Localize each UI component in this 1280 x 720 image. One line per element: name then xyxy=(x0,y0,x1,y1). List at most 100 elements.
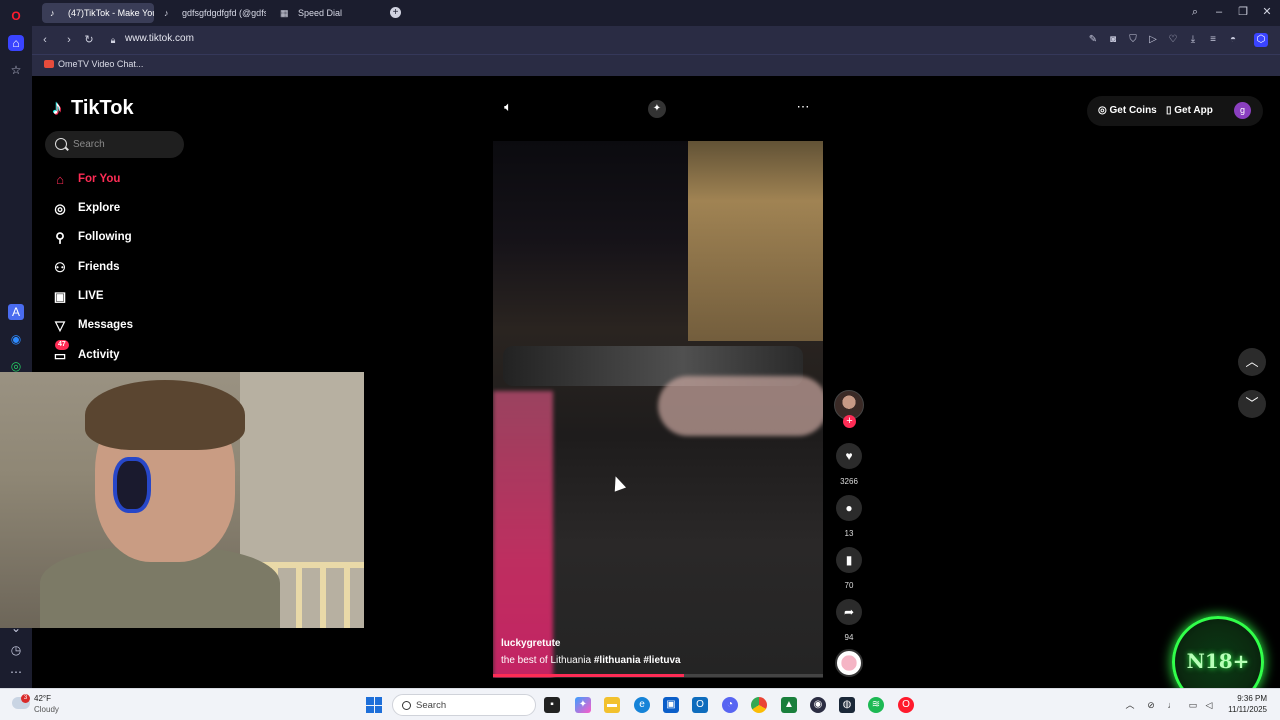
like-button[interactable]: ♥ xyxy=(836,443,862,469)
tab-label: Speed Dial xyxy=(298,8,343,18)
tiktok-note-icon: ♪ xyxy=(52,97,62,119)
opera-icon[interactable]: O xyxy=(898,697,914,713)
more-icon[interactable]: ⋯ xyxy=(8,664,24,680)
profile-avatar[interactable]: g xyxy=(1234,102,1251,119)
new-tab-button[interactable]: + xyxy=(390,7,401,18)
copilot-icon[interactable]: ✦ xyxy=(575,697,591,713)
webcam-overlay xyxy=(0,372,364,628)
hashtag[interactable]: #lietuva xyxy=(643,655,680,666)
headset-icon xyxy=(113,457,151,513)
camera-icon[interactable]: ◙ xyxy=(1106,33,1120,47)
app-green-icon[interactable]: ▲ xyxy=(781,697,797,713)
start-button[interactable] xyxy=(366,697,382,713)
nav-label: Explore xyxy=(78,202,121,214)
taskbar-search[interactable]: Search xyxy=(392,694,536,716)
url-field[interactable]: www.tiktok.com xyxy=(125,33,194,44)
star-icon[interactable]: ☆ xyxy=(8,62,24,78)
tray-chevron-icon[interactable]: ︿ xyxy=(1124,699,1136,711)
messages-icon: ▽ xyxy=(55,318,65,333)
video-building xyxy=(688,141,823,341)
download-icon[interactable]: ⤓ xyxy=(1186,33,1200,47)
video-player[interactable]: luckygretute the best of Lithuania #lith… xyxy=(493,141,823,678)
chrome-icon[interactable] xyxy=(751,697,767,713)
search-icon xyxy=(402,701,411,710)
menu-icon[interactable]: ≡ xyxy=(1206,33,1220,47)
play-icon[interactable]: ▷ xyxy=(1146,33,1160,47)
tiktok-icon: ♪ xyxy=(50,8,55,18)
save-count: 70 xyxy=(844,581,854,590)
scroll-down-button[interactable]: ﹀ xyxy=(1238,390,1266,418)
search-input[interactable]: Search xyxy=(45,131,184,158)
clock-time[interactable]: 9:36 PM xyxy=(1219,694,1267,703)
heart-icon[interactable]: ♡ xyxy=(1166,33,1180,47)
webcam-hair xyxy=(85,380,245,450)
grid-icon: ▦ xyxy=(280,8,289,18)
activity-icon: ▭ xyxy=(53,348,67,363)
file-explorer-icon[interactable]: ▬ xyxy=(604,697,620,713)
profile-icon[interactable]: ◓ xyxy=(1226,33,1240,47)
volume-icon[interactable]: 🔈︎ xyxy=(500,99,516,115)
sparkle-icon[interactable]: ✦ xyxy=(648,100,666,118)
reload-button[interactable]: ↻ xyxy=(82,33,96,47)
save-button[interactable]: ▮ xyxy=(836,547,862,573)
lock-icon[interactable]: 🔒︎ xyxy=(106,33,120,47)
history-icon[interactable]: ◷ xyxy=(8,642,24,658)
tab-profile[interactable]: ♪ gdfsgfdgdfgfd (@gdfsgfdg xyxy=(156,3,266,23)
spotify-icon[interactable]: ≋ xyxy=(868,697,884,713)
tiktok-logo[interactable]: ♪ TikTok xyxy=(52,97,134,120)
store-icon[interactable]: ▣ xyxy=(663,697,679,713)
music-disc[interactable] xyxy=(835,649,863,677)
tab-label: (47)TikTok - Make Your Da xyxy=(68,8,154,18)
aria-icon[interactable]: A xyxy=(8,304,24,320)
task-view-icon[interactable]: ▪ xyxy=(544,697,560,713)
n18-text: N18+ xyxy=(1186,649,1250,673)
app-dark-icon[interactable]: ◉ xyxy=(810,697,826,713)
more-options-icon[interactable]: ⋯ xyxy=(795,99,811,115)
back-button[interactable]: ‹ xyxy=(38,33,52,47)
hashtag[interactable]: #lithuania xyxy=(594,655,641,666)
get-coins-label: Get Coins xyxy=(1109,105,1157,116)
bookmarks-bar: OmeTV Video Chat... xyxy=(32,54,1280,76)
tray-app-icon[interactable]: ⊘ xyxy=(1145,699,1157,711)
scroll-up-button[interactable]: ︿ xyxy=(1238,348,1266,376)
get-coins-button[interactable]: ◎ Get Coins xyxy=(1098,105,1157,116)
comment-button[interactable]: ● xyxy=(836,495,862,521)
friends-icon: ⚇ xyxy=(54,260,66,275)
maximize-button[interactable]: ❐ xyxy=(1236,5,1250,19)
comment-icon: ● xyxy=(845,501,853,515)
extensions-icon[interactable]: ⬡ xyxy=(1254,33,1268,47)
speaker-icon[interactable]: ◁ xyxy=(1203,699,1215,711)
activity-badge: 47 xyxy=(55,340,69,350)
home-icon[interactable]: ⌂ xyxy=(8,35,24,51)
tab-tiktok[interactable]: ♪ (47)TikTok - Make Your Da xyxy=(42,3,154,23)
edge-icon[interactable]: e xyxy=(634,697,650,713)
minimize-button[interactable]: – xyxy=(1212,5,1226,19)
weather-temp[interactable]: 42°F xyxy=(34,694,51,703)
microphone-icon[interactable]: ♩ xyxy=(1166,699,1178,711)
edit-icon[interactable]: ✎ xyxy=(1086,33,1100,47)
clock-date[interactable]: 11/11/2025 xyxy=(1219,705,1267,714)
steam-icon[interactable]: ◍ xyxy=(839,697,855,713)
search-tabs-icon[interactable]: ⌕ xyxy=(1188,5,1202,19)
bookmark-icon: ▮ xyxy=(845,553,853,567)
video-username[interactable]: luckygretute xyxy=(501,638,560,649)
discord-icon[interactable]: ◔ xyxy=(722,697,738,713)
live-icon: ▣ xyxy=(53,289,67,304)
forward-button[interactable]: › xyxy=(62,33,76,47)
video-progress-bar[interactable] xyxy=(493,674,823,677)
share-button[interactable]: ➦ xyxy=(836,599,862,625)
get-app-button[interactable]: ▯ Get App xyxy=(1166,105,1213,116)
video-caption: the best of Lithuania #lithuania #lietuv… xyxy=(501,655,681,666)
bookmark-label: OmeTV Video Chat... xyxy=(58,59,144,69)
messenger-icon[interactable]: ◉ xyxy=(8,331,24,347)
follow-plus-icon[interactable]: + xyxy=(843,415,856,428)
tab-speed-dial[interactable]: ▦ Speed Dial xyxy=(272,3,372,23)
bookmark-ometv[interactable]: OmeTV Video Chat... xyxy=(44,59,143,69)
network-icon[interactable]: ▭ xyxy=(1187,699,1199,711)
logo-text: TikTok xyxy=(71,97,134,119)
close-button[interactable]: ✕ xyxy=(1260,5,1274,19)
weather-condition[interactable]: Cloudy xyxy=(34,705,59,714)
opera-logo-icon[interactable]: O xyxy=(8,8,24,24)
shield-icon[interactable]: ⛉ xyxy=(1126,33,1140,47)
outlook-icon[interactable]: O xyxy=(692,697,708,713)
